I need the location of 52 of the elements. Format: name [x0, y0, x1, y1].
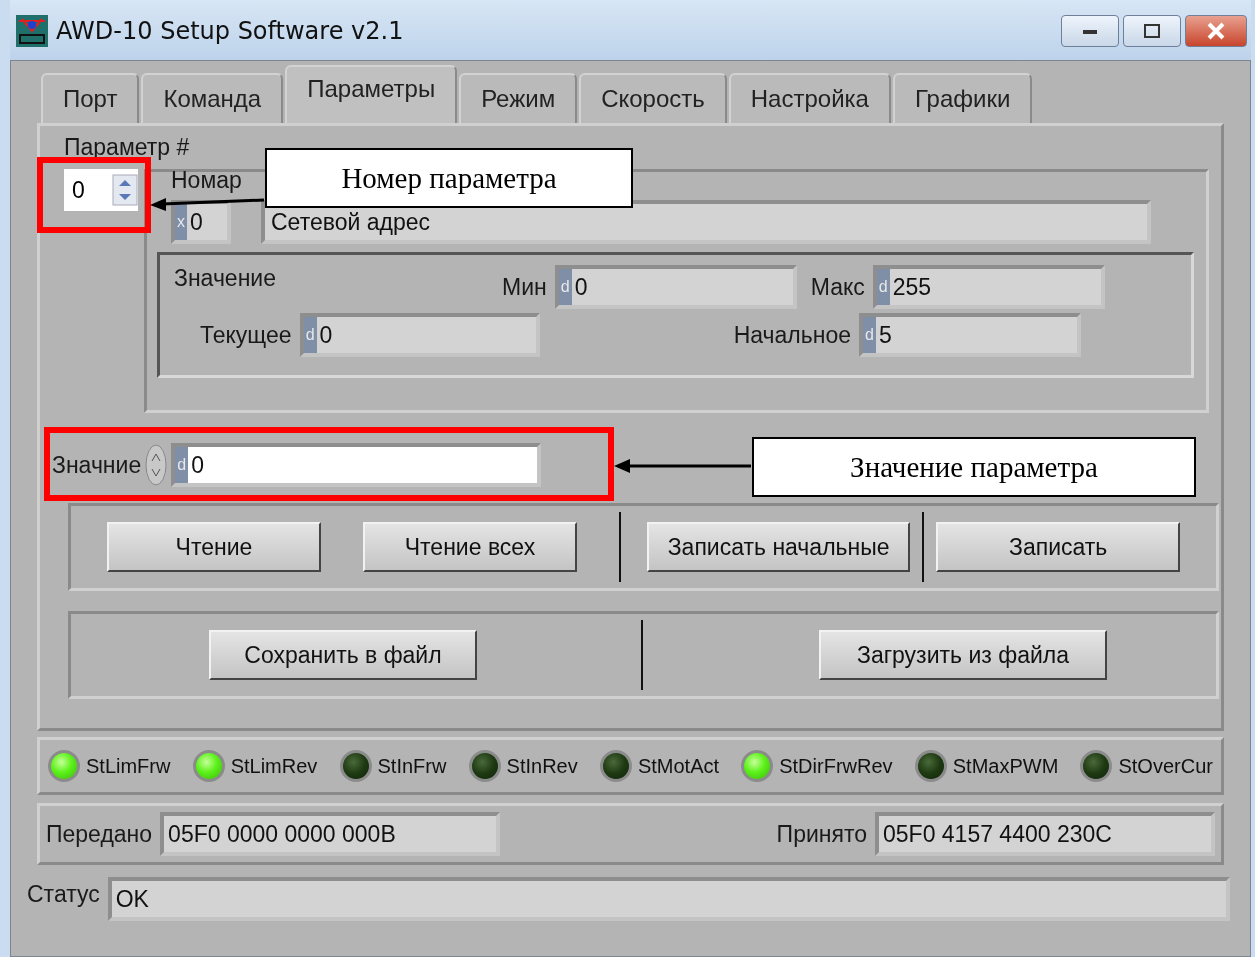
callout-label: Значение параметра: [752, 437, 1196, 497]
parameter-spinner[interactable]: 0: [64, 169, 138, 211]
minimize-icon: [1081, 27, 1099, 35]
save-file-button[interactable]: Сохранить в файл: [209, 630, 477, 680]
window-title: AWD-10 Setup Software v2.1: [56, 17, 404, 45]
app-icon: [16, 15, 48, 47]
write-button[interactable]: Записать: [936, 522, 1180, 572]
status-label: Статус: [27, 881, 100, 908]
callout-label: Номер параметра: [265, 148, 633, 208]
value-label: Значение: [174, 265, 277, 292]
close-icon: [1206, 22, 1226, 40]
parameter-label: Параметр #: [64, 134, 190, 160]
indicator-label: StMaxPWM: [952, 754, 1059, 778]
load-file-button[interactable]: Загрузить из файла: [819, 630, 1107, 680]
indicator-label: StLimFrw: [86, 754, 171, 778]
status-field: OK: [107, 877, 1230, 921]
number-field[interactable]: x 0: [171, 200, 231, 244]
sent-field: 05F0 0000 0000 000B: [160, 812, 501, 856]
received-field: 05F0 4157 4400 230C: [875, 812, 1215, 856]
close-button[interactable]: [1185, 15, 1247, 47]
field-label: Макс: [810, 273, 865, 301]
maximize-icon: [1143, 23, 1161, 39]
read-all-button[interactable]: Чтение всех: [362, 522, 577, 572]
field-label: Мин: [502, 273, 547, 301]
number-field[interactable]: d 255: [872, 265, 1105, 309]
tab[interactable]: Настройка: [728, 73, 891, 123]
tab[interactable]: Режим: [459, 73, 578, 123]
received-label: Принято: [776, 820, 867, 848]
indicator-label: StInFrw: [377, 754, 447, 778]
indicator-label: StOverCur: [1118, 754, 1213, 778]
tab[interactable]: Параметры: [285, 65, 458, 123]
number-field[interactable]: d 0: [171, 443, 542, 487]
number-field[interactable]: d 0: [299, 313, 540, 357]
indicator-label: StLimRev: [230, 754, 318, 778]
field-label: Текущее: [200, 321, 292, 349]
indicator-label: StInRev: [506, 754, 578, 778]
value-input-label: Значние: [52, 451, 142, 479]
indicator-label: StDirFrwRev: [779, 754, 893, 778]
field-label: Начальное: [733, 321, 851, 349]
tab[interactable]: Команда: [141, 73, 284, 123]
number-field[interactable]: d 0: [554, 265, 797, 309]
sent-label: Передано: [46, 820, 153, 848]
write-defaults-button[interactable]: Записать начальные: [646, 522, 911, 572]
maximize-button[interactable]: [1123, 15, 1181, 47]
indicator-label: StMotAct: [637, 754, 720, 778]
tab[interactable]: Скорость: [579, 73, 727, 123]
number-field[interactable]: d 5: [859, 313, 1081, 357]
read-button[interactable]: Чтение: [107, 522, 321, 572]
tab[interactable]: Порт: [41, 73, 140, 123]
tab[interactable]: Графики: [892, 73, 1033, 123]
parameter-name-field: Сетевой адрес: [261, 200, 1151, 244]
minimize-button[interactable]: [1061, 15, 1119, 47]
